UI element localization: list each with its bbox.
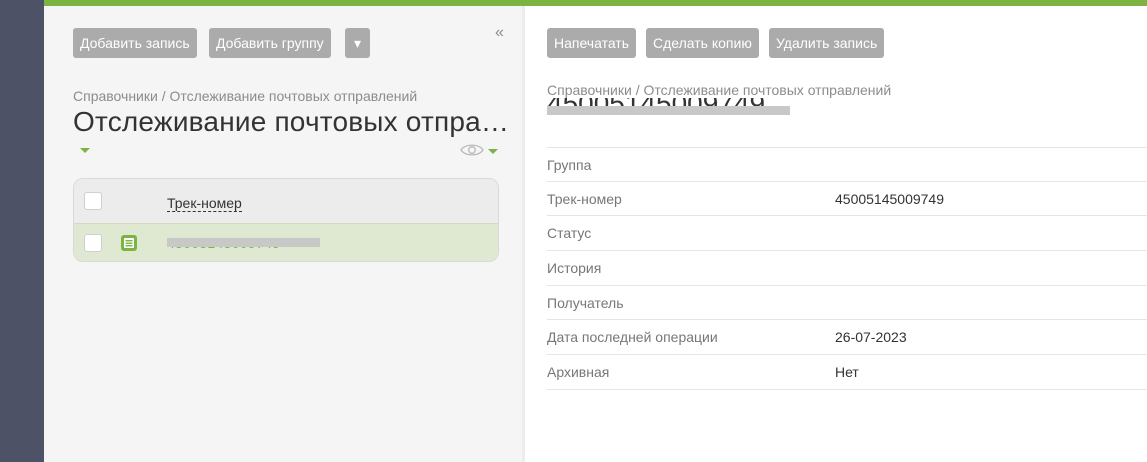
- breadcrumb[interactable]: Справочники / Отслеживание почтовых отпр…: [547, 82, 891, 98]
- field-archived: Архивная Нет: [547, 355, 1147, 390]
- eye-icon[interactable]: [460, 142, 484, 158]
- more-actions-dropdown-button[interactable]: ▾: [345, 28, 370, 58]
- print-button[interactable]: Напечатать: [547, 28, 637, 58]
- field-history: История: [547, 251, 1147, 286]
- field-value: 26-07-2023: [835, 329, 907, 346]
- chevron-down-icon: ▾: [353, 35, 362, 51]
- field-label: Архивная: [547, 364, 610, 381]
- record-fields: Группа Трек-номер 45005145009749 Статус …: [547, 147, 1147, 390]
- redaction-bar: [547, 106, 790, 115]
- double-chevron-left-icon[interactable]: «: [495, 24, 504, 42]
- field-value: Нет: [835, 364, 859, 381]
- redaction-bar: [167, 238, 320, 247]
- document-list-icon[interactable]: [120, 234, 138, 252]
- field-label: История: [547, 260, 602, 277]
- field-last-operation-date: Дата последней операции 26-07-2023: [547, 320, 1147, 356]
- app-sidebar: [0, 0, 44, 462]
- field-track-number: Трек-номер 45005145009749: [547, 182, 1147, 217]
- page-title: Отслеживание почтовых отправлений: [73, 106, 513, 137]
- select-all-checkbox[interactable]: [84, 192, 102, 210]
- field-value: 45005145009749: [835, 190, 945, 207]
- filter-dropdown-toggle[interactable]: [80, 148, 90, 153]
- delete-record-button[interactable]: Удалить запись: [769, 28, 885, 58]
- field-label: Трек-номер: [547, 190, 622, 207]
- column-header-track-number[interactable]: Трек-номер: [167, 195, 242, 212]
- field-label: Получатель: [547, 294, 624, 311]
- view-options-dropdown-toggle[interactable]: [488, 149, 498, 154]
- breadcrumb[interactable]: Справочники / Отслеживание почтовых отпр…: [73, 88, 417, 104]
- record-detail-panel: Напечатать Сделать копию Удалить запись …: [525, 6, 1147, 462]
- table-header: Трек-номер: [74, 179, 498, 223]
- table-row[interactable]: 45005145009749: [74, 223, 498, 261]
- add-record-button[interactable]: Добавить запись: [73, 28, 197, 58]
- field-status: Статус: [547, 216, 1147, 252]
- field-label: Статус: [547, 225, 592, 242]
- field-recipient: Получатель: [547, 286, 1147, 321]
- field-label: Группа: [547, 157, 592, 173]
- add-group-button[interactable]: Добавить группу: [209, 28, 331, 58]
- field-group: Группа: [547, 147, 1147, 182]
- records-table: Трек-номер 45005145009749: [73, 178, 499, 262]
- row-checkbox[interactable]: [84, 234, 102, 252]
- list-panel: Добавить запись Добавить группу ▾ « Спра…: [44, 6, 522, 462]
- make-copy-button[interactable]: Сделать копию: [646, 28, 759, 58]
- field-label: Дата последней операции: [547, 329, 718, 346]
